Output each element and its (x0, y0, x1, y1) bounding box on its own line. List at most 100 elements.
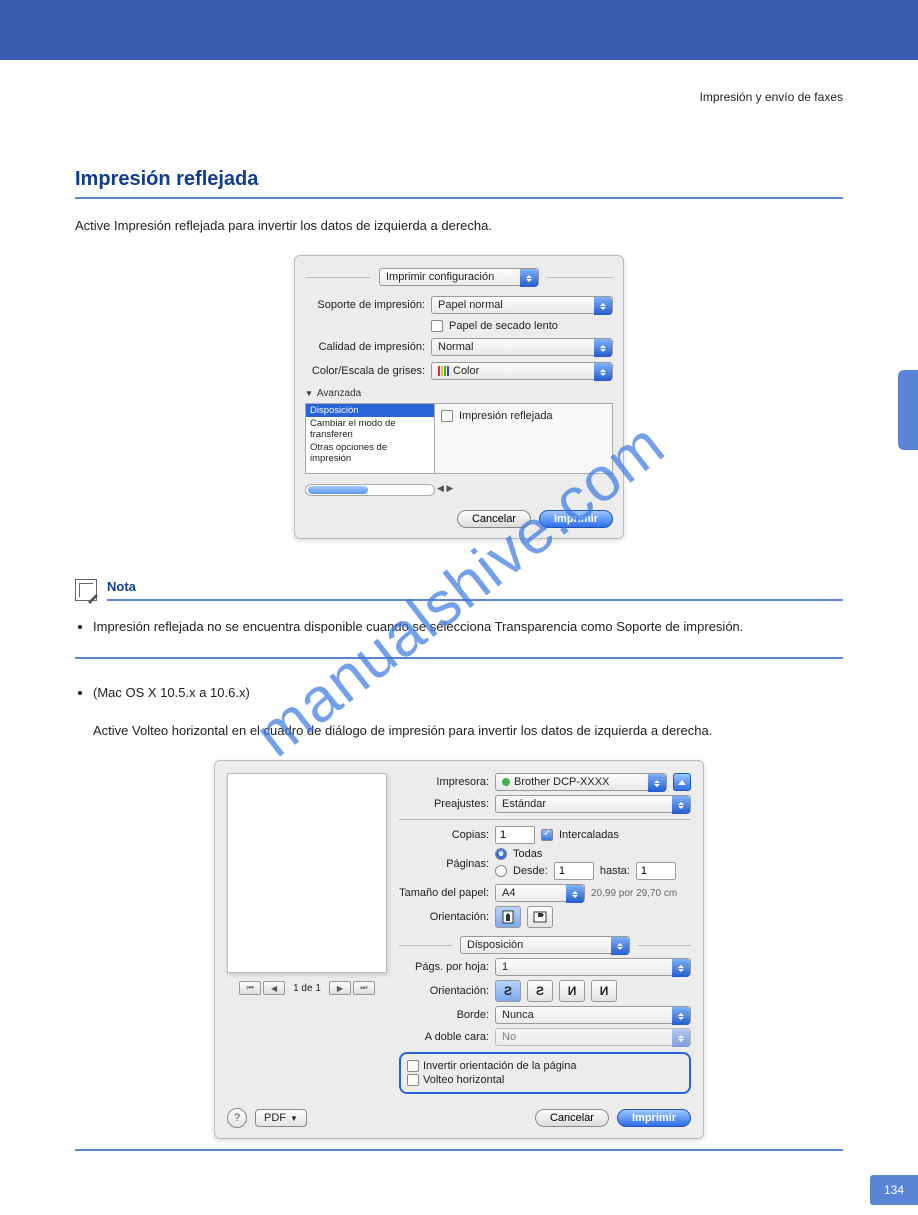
list-item[interactable]: Otras opciones de impresión (306, 441, 434, 465)
print-button[interactable]: Imprimir (539, 510, 613, 528)
advanced-disclosure[interactable]: Avanzada (305, 388, 613, 399)
page-number-tab: 134 (870, 1175, 918, 1205)
pager-last-button[interactable]: ⏭ (353, 981, 375, 995)
printer-status-icon (502, 778, 510, 786)
pager-next-button[interactable]: ▶ (329, 981, 351, 995)
panel-select-value: Imprimir configuración (386, 271, 494, 283)
listbox-scrollbar[interactable] (305, 484, 435, 496)
orientation-portrait-button[interactable] (495, 906, 521, 928)
print-config-dialog: Imprimir configuración Soporte de impres… (294, 255, 624, 539)
layout-dir-3-button[interactable]: И (559, 980, 585, 1002)
paper-label: Tamaño del papel: (399, 887, 489, 899)
help-button[interactable]: ? (227, 1108, 247, 1128)
chevron-updown-icon (594, 339, 612, 357)
pages-range-radio[interactable] (495, 865, 507, 877)
chevron-updown-icon (672, 1029, 690, 1047)
pdf-button[interactable]: PDF (255, 1109, 307, 1127)
printer-select[interactable]: Brother DCP-XXXX (495, 773, 667, 791)
border-label: Borde: (399, 1009, 489, 1021)
panel-select[interactable]: Imprimir configuración (379, 268, 539, 286)
advanced-listbox[interactable]: Disposición Cambiar el modo de transfere… (305, 403, 435, 474)
chevron-updown-icon (594, 363, 612, 381)
slow-dry-checkbox[interactable] (431, 320, 443, 332)
chevron-updown-icon (566, 885, 584, 903)
quality-select[interactable]: Normal (431, 338, 613, 356)
section-intro-text: Active Impresión reflejada para invertir… (75, 217, 843, 235)
pdf-button-label: PDF (264, 1112, 286, 1124)
presets-value: Estándar (502, 798, 546, 810)
paper-select[interactable]: A4 (495, 884, 585, 902)
chevron-updown-icon (520, 269, 538, 287)
layout-orient-label: Orientación: (399, 985, 489, 997)
pages-to-input[interactable] (636, 862, 676, 880)
os-bullet: (Mac OS X 10.5.x a 10.6.x) (93, 683, 843, 703)
color-select[interactable]: Color (431, 362, 613, 380)
presets-label: Preajustes: (399, 798, 489, 810)
duplex-select[interactable]: No (495, 1028, 691, 1046)
pages-from-input[interactable] (554, 862, 594, 880)
collapse-toggle-button[interactable] (673, 773, 691, 791)
invert-orientation-checkbox[interactable] (407, 1060, 419, 1072)
note-label: Nota (107, 579, 843, 601)
layout-n2-icon: И (600, 984, 609, 998)
preview-pager: ⏮ ◀ 1 de 1 ▶ ⏭ (227, 981, 387, 995)
border-select[interactable]: Nunca (495, 1006, 691, 1024)
section-heading: Impresión reflejada (75, 164, 843, 199)
list-item-selected[interactable]: Disposición (306, 404, 434, 417)
chapter-side-tab (898, 370, 918, 450)
orientation-landscape-button[interactable] (527, 906, 553, 928)
advanced-panel: Impresión reflejada (435, 403, 613, 474)
copies-label: Copias: (399, 829, 489, 841)
invert-orientation-label: Invertir orientación de la página (423, 1060, 576, 1072)
border-value: Nunca (502, 1009, 534, 1021)
layout-z-icon: Ƨ (504, 984, 512, 998)
pages-all-label: Todas (513, 848, 542, 860)
copies-input[interactable] (495, 826, 535, 844)
mirror-print-label: Impresión reflejada (459, 410, 553, 422)
sub-panel-select[interactable]: Disposición (460, 936, 630, 954)
system-print-dialog: ⏮ ◀ 1 de 1 ▶ ⏭ Impresora: (214, 760, 704, 1139)
pages-to-label: hasta: (600, 865, 630, 877)
color-value: Color (453, 365, 479, 377)
pages-label: Páginas: (399, 858, 489, 870)
divider (75, 1149, 843, 1151)
cancel-button[interactable]: Cancelar (535, 1109, 609, 1127)
chevron-updown-icon (672, 1007, 690, 1025)
mirror-print-checkbox[interactable] (441, 410, 453, 422)
pages-all-radio[interactable] (495, 848, 507, 860)
pps-value: 1 (502, 961, 508, 973)
collated-checkbox[interactable] (541, 829, 553, 841)
chevron-updown-icon (611, 937, 629, 955)
printer-value: Brother DCP-XXXX (514, 776, 609, 788)
printer-label: Impresora: (399, 776, 489, 788)
presets-select[interactable]: Estándar (495, 795, 691, 813)
note-icon (75, 579, 97, 601)
layout-n-icon: И (568, 984, 577, 998)
portrait-icon (502, 910, 514, 924)
media-select[interactable]: Papel normal (431, 296, 613, 314)
layout-dir-1-button[interactable]: Ƨ (495, 980, 521, 1002)
paper-value: A4 (502, 887, 515, 899)
layout-dir-4-button[interactable]: И (591, 980, 617, 1002)
duplex-value: No (502, 1031, 516, 1043)
quality-label: Calidad de impresión: (305, 341, 425, 353)
advanced-label: Avanzada (317, 388, 361, 399)
layout-dir-2-button[interactable]: Ƨ (527, 980, 553, 1002)
chevron-updown-icon (594, 297, 612, 315)
list-item[interactable]: Cambiar el modo de transferen (306, 417, 434, 441)
cancel-button[interactable]: Cancelar (457, 510, 531, 528)
chevron-updown-icon (648, 774, 666, 792)
layout-s-icon: Ƨ (536, 984, 544, 998)
highlighted-options-callout: Invertir orientación de la página Volteo… (399, 1052, 691, 1094)
chevron-updown-icon (672, 796, 690, 814)
pps-select[interactable]: 1 (495, 958, 691, 976)
media-value: Papel normal (438, 299, 503, 311)
print-button[interactable]: Imprimir (617, 1109, 691, 1127)
pps-label: Págs. por hoja: (399, 961, 489, 973)
page-preview (227, 773, 387, 973)
pager-prev-button[interactable]: ◀ (263, 981, 285, 995)
horizontal-flip-checkbox[interactable] (407, 1074, 419, 1086)
scrollbar-thumb[interactable] (308, 486, 368, 494)
pager-first-button[interactable]: ⏮ (239, 981, 261, 995)
landscape-icon (533, 911, 547, 923)
